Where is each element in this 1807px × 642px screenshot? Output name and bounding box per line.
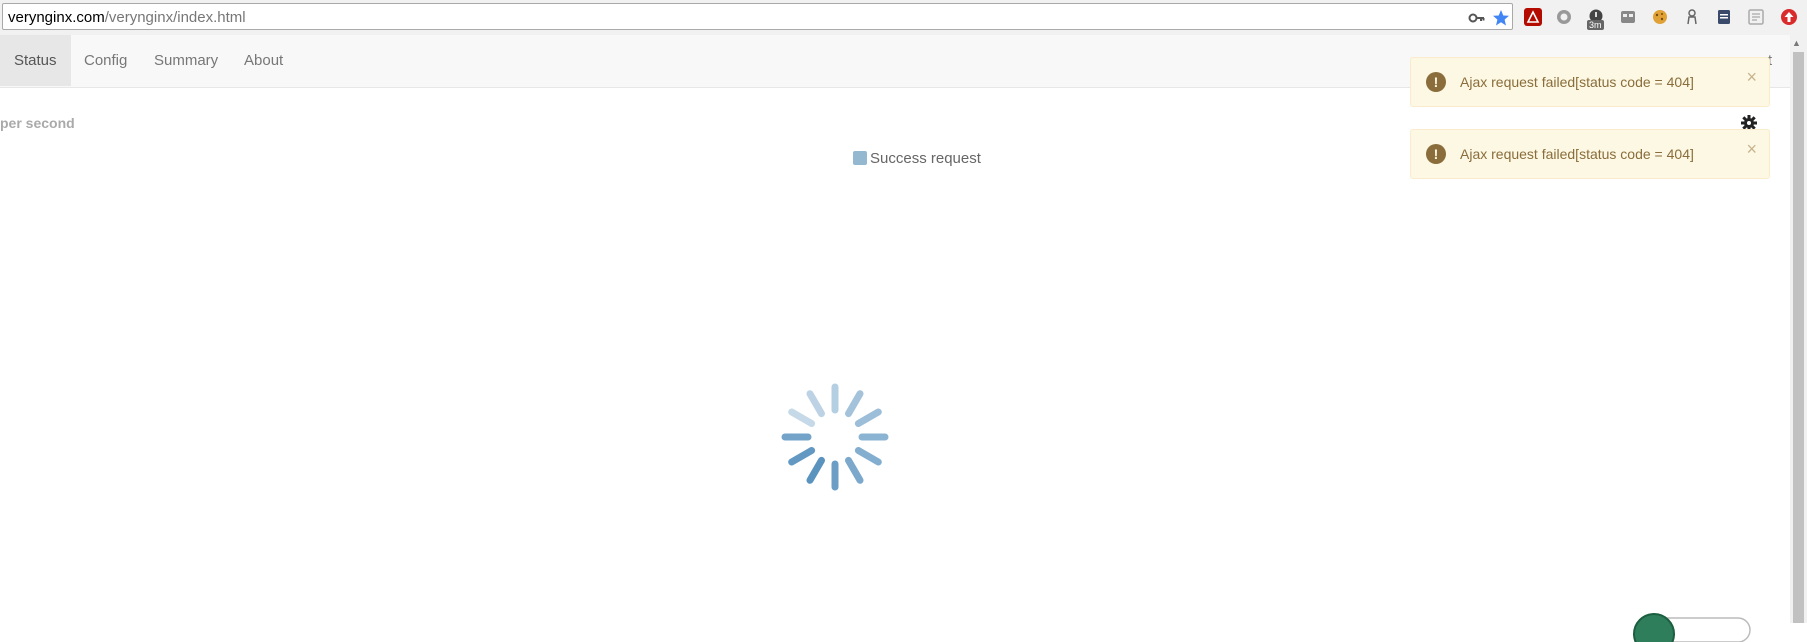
document-extension-icon[interactable] [1715, 8, 1733, 26]
key-icon[interactable] [1468, 9, 1486, 27]
warning-icon: ! [1426, 144, 1446, 164]
tab-summary[interactable]: Summary [140, 35, 232, 86]
spinner-bar [854, 447, 882, 466]
corner-widget[interactable] [1630, 612, 1760, 642]
tab-config[interactable]: Config [70, 35, 141, 86]
url-text[interactable]: verynginx.com/verynginx/index.html [8, 9, 246, 26]
toast-message: Ajax request failed[status code = 404] [1460, 74, 1694, 90]
browser-toolbar: verynginx.com/verynginx/index.html 3m [0, 0, 1807, 36]
grid-extension-icon[interactable] [1747, 8, 1765, 26]
circle-extension-icon[interactable] [1555, 8, 1573, 26]
tab-status[interactable]: Status [0, 35, 71, 86]
spinner-bar [845, 390, 864, 418]
legend-swatch [853, 151, 867, 165]
cookie-extension-icon[interactable] [1651, 8, 1669, 26]
spinner-bar [806, 390, 825, 418]
spinner-bars [781, 383, 889, 491]
address-bar[interactable]: verynginx.com/verynginx/index.html [2, 3, 1513, 30]
scrollbar-thumb[interactable] [1793, 52, 1804, 623]
loading-spinner [781, 383, 889, 491]
legend-label: Success request [870, 150, 981, 167]
warning-icon: ! [1426, 72, 1446, 92]
scroll-up-arrow-icon[interactable]: ▲ [1792, 38, 1801, 48]
toast-message: Ajax request failed[status code = 404] [1460, 146, 1694, 162]
timer-extension-badge: 3m [1587, 20, 1604, 30]
tab-about[interactable]: About [230, 35, 297, 86]
chart-title: per second [0, 115, 75, 131]
error-toast: ! Ajax request failed[status code = 404]… [1410, 129, 1770, 179]
pdf-extension-icon[interactable] [1524, 8, 1542, 26]
spinner-bar [854, 408, 882, 427]
bookmark-star-icon[interactable] [1492, 9, 1510, 27]
figure-extension-icon[interactable] [1683, 8, 1701, 26]
url-host: verynginx.com [8, 9, 105, 26]
spinner-bar [788, 447, 816, 466]
error-toast: ! Ajax request failed[status code = 404]… [1410, 57, 1770, 107]
spinner-bar [788, 408, 816, 427]
chart-legend[interactable]: Success request [853, 150, 981, 167]
toast-close-button[interactable]: × [1746, 139, 1757, 160]
upload-extension-icon[interactable] [1780, 8, 1798, 26]
window-extension-icon[interactable] [1619, 8, 1637, 26]
spinner-bar [806, 456, 825, 484]
spinner-bar [845, 456, 864, 484]
toast-close-button[interactable]: × [1746, 67, 1757, 88]
url-path: /verynginx/index.html [104, 9, 246, 26]
